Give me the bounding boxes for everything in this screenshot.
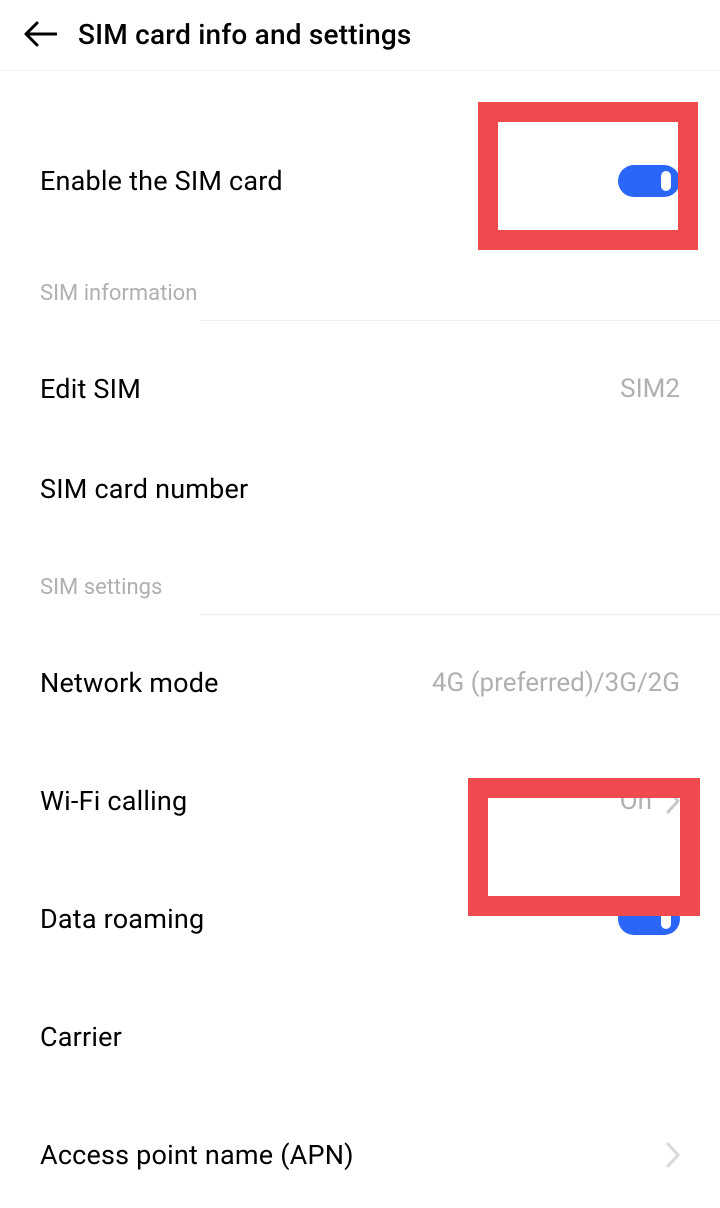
network-mode-row[interactable]: Network mode 4G (preferred)/3G/2G xyxy=(0,633,720,733)
network-mode-label: Network mode xyxy=(40,667,219,699)
carrier-label: Carrier xyxy=(40,1021,122,1053)
header: SIM card info and settings xyxy=(0,0,720,71)
page-title: SIM card info and settings xyxy=(78,18,412,51)
highlight-box-data-roaming xyxy=(468,778,700,916)
edit-sim-row[interactable]: Edit SIM SIM2 xyxy=(0,339,720,439)
enable-sim-label: Enable the SIM card xyxy=(40,165,283,197)
section-sim-information: SIM information xyxy=(0,281,720,320)
back-icon[interactable] xyxy=(20,14,60,54)
section-sim-settings: SIM settings xyxy=(0,575,720,614)
sim-card-number-label: SIM card number xyxy=(40,473,248,505)
network-mode-value: 4G (preferred)/3G/2G xyxy=(432,668,680,698)
chevron-right-icon xyxy=(666,1142,680,1168)
data-roaming-label: Data roaming xyxy=(40,903,204,935)
edit-sim-value: SIM2 xyxy=(620,374,680,404)
apn-label: Access point name (APN) xyxy=(40,1139,354,1171)
wifi-calling-label: Wi-Fi calling xyxy=(40,785,187,817)
sim-card-number-row[interactable]: SIM card number xyxy=(0,439,720,539)
carrier-row[interactable]: Carrier xyxy=(0,987,720,1087)
edit-sim-label: Edit SIM xyxy=(40,373,141,405)
highlight-box-enable-sim xyxy=(478,102,698,250)
apn-row[interactable]: Access point name (APN) xyxy=(0,1105,720,1205)
